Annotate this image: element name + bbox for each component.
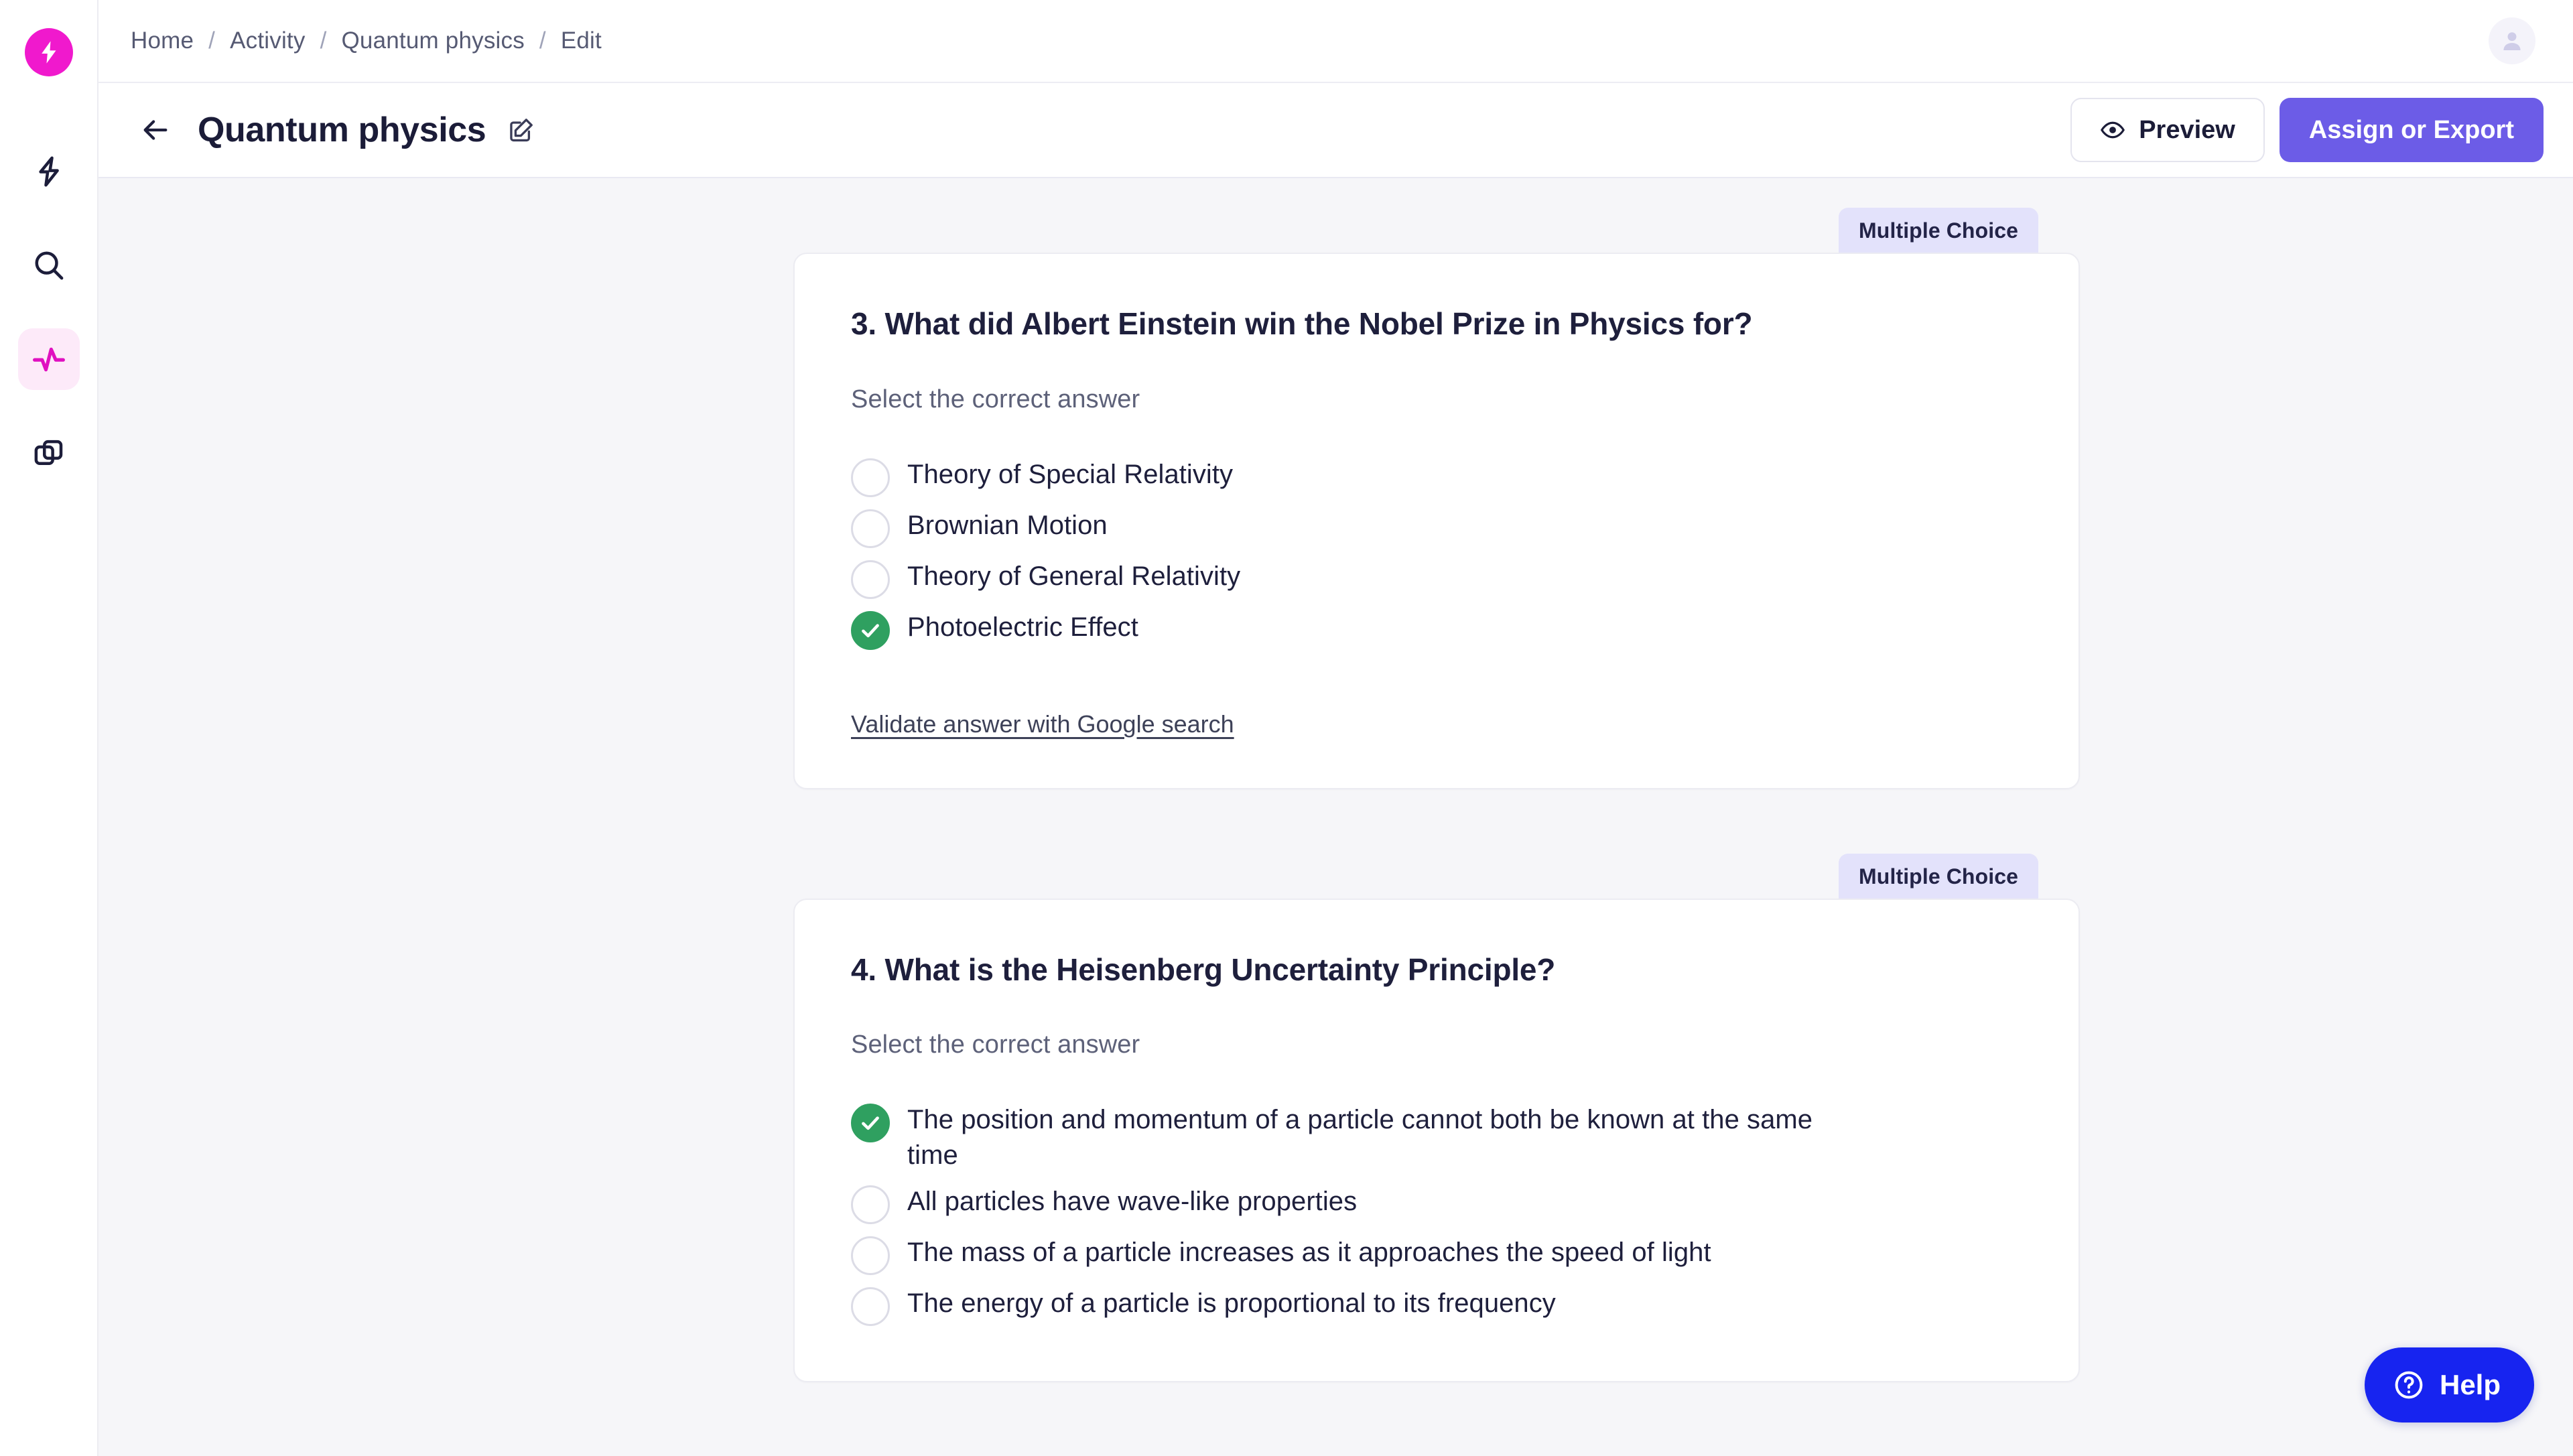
sidebar-item-activity[interactable] xyxy=(17,328,80,390)
lightning-bolt-icon xyxy=(38,156,59,187)
answer-option-label: The position and momentum of a particle … xyxy=(907,1105,1813,1170)
question-circle-icon xyxy=(2395,1371,2423,1399)
radio-unchecked-icon[interactable] xyxy=(851,509,890,548)
question-list: Multiple Choice 3. What did Albert Einst… xyxy=(793,208,2080,1382)
breadcrumb-bar: Home / Activity / Quantum physics / Edit xyxy=(98,0,2573,83)
answer-option[interactable]: All particles have wave-like properties xyxy=(851,1179,2022,1230)
answer-option-label: Brownian Motion xyxy=(907,510,1108,540)
breadcrumb-item-quantum-physics[interactable]: Quantum physics xyxy=(342,27,525,54)
avatar[interactable] xyxy=(2489,17,2535,64)
back-button[interactable] xyxy=(131,105,180,155)
help-button-label: Help xyxy=(2439,1369,2501,1400)
question-instruction: Select the correct answer xyxy=(851,1031,1140,1059)
answer-option[interactable]: Theory of Special Relativity xyxy=(851,452,2022,503)
sidebar-item-generate[interactable] xyxy=(18,141,80,202)
titlebar-actions: Preview Assign or Export xyxy=(2070,98,2544,162)
answer-option-label: All particles have wave-like properties xyxy=(907,1186,1358,1216)
preview-button[interactable]: Preview xyxy=(2070,98,2265,162)
sidebar-item-library[interactable] xyxy=(18,422,80,484)
sidebar-rail xyxy=(0,0,98,1456)
question-card: 4. What is the Heisenberg Uncertainty Pr… xyxy=(793,898,2080,1382)
answer-option[interactable]: Brownian Motion xyxy=(851,503,2022,553)
radio-unchecked-icon[interactable] xyxy=(851,1236,890,1275)
page-title: Quantum physics xyxy=(198,111,486,149)
answer-option[interactable]: The mass of a particle increases as it a… xyxy=(851,1230,2022,1280)
answer-options: The position and momentum of a particle … xyxy=(851,1097,2022,1331)
check-icon xyxy=(862,623,879,637)
breadcrumb-separator: / xyxy=(539,27,546,54)
validate-answer-link[interactable]: Validate answer with Google search xyxy=(851,710,1234,738)
question-type-badge: Multiple Choice xyxy=(1839,853,2038,899)
question-title: 3. What did Albert Einstein win the Nobe… xyxy=(851,306,1753,341)
user-avatar-icon xyxy=(2503,32,2521,50)
breadcrumb-separator: / xyxy=(320,27,327,54)
question-list-scroll-area[interactable]: Multiple Choice 3. What did Albert Einst… xyxy=(98,178,2573,1456)
breadcrumb-separator: / xyxy=(208,27,216,54)
badge-row: Multiple Choice xyxy=(793,208,2080,253)
badge-row: Multiple Choice xyxy=(793,853,2080,899)
answer-option[interactable]: Theory of General Relativity xyxy=(851,553,2022,604)
lightning-bolt-logo-icon xyxy=(41,41,56,64)
radio-checked-correct-icon[interactable] xyxy=(851,1104,890,1142)
page-titlebar: Quantum physics Preview Assign or Export xyxy=(98,83,2573,178)
breadcrumb-item-activity[interactable]: Activity xyxy=(230,27,305,54)
answer-option-correct[interactable]: Photoelectric Effect xyxy=(851,604,2022,655)
question-block: Multiple Choice 3. What did Albert Einst… xyxy=(793,208,2080,789)
activity-pulse-icon xyxy=(32,347,65,372)
breadcrumb-item-edit[interactable]: Edit xyxy=(561,27,602,54)
brand-logo[interactable] xyxy=(24,28,73,76)
radio-unchecked-icon[interactable] xyxy=(851,458,890,497)
assign-or-export-button[interactable]: Assign or Export xyxy=(2279,98,2544,162)
question-card: 3. What did Albert Einstein win the Nobe… xyxy=(793,253,2080,789)
question-block: Multiple Choice 4. What is the Heisenber… xyxy=(793,853,2080,1382)
arrow-left-icon xyxy=(143,120,168,140)
search-icon xyxy=(35,251,63,280)
answer-option-label: The mass of a particle increases as it a… xyxy=(907,1237,1711,1267)
answer-option-label: Theory of Special Relativity xyxy=(907,459,1234,489)
help-button[interactable]: Help xyxy=(2364,1347,2534,1422)
answer-option-label: Photoelectric Effect xyxy=(907,612,1138,642)
radio-checked-correct-icon[interactable] xyxy=(851,610,890,650)
radio-unchecked-icon[interactable] xyxy=(851,1286,890,1326)
radio-unchecked-icon[interactable] xyxy=(851,1185,890,1224)
edit-square-icon xyxy=(510,119,533,142)
answer-option-label: Theory of General Relativity xyxy=(907,561,1241,591)
main-column: Home / Activity / Quantum physics / Edit xyxy=(98,0,2573,1456)
sidebar-item-search[interactable] xyxy=(18,235,80,296)
app-root: Home / Activity / Quantum physics / Edit xyxy=(0,0,2573,1456)
radio-unchecked-icon[interactable] xyxy=(851,559,890,599)
answer-options: Theory of Special Relativity Brownian Mo… xyxy=(851,452,2022,655)
question-instruction: Select the correct answer xyxy=(851,385,1140,413)
assign-button-label: Assign or Export xyxy=(2308,115,2514,144)
eye-icon xyxy=(2101,121,2125,139)
check-icon xyxy=(862,1116,879,1130)
breadcrumb-item-home[interactable]: Home xyxy=(131,27,194,54)
layers-copy-icon xyxy=(34,440,62,465)
answer-option-correct[interactable]: The position and momentum of a particle … xyxy=(851,1097,2022,1179)
breadcrumb: Home / Activity / Quantum physics / Edit xyxy=(131,27,602,54)
question-title: 4. What is the Heisenberg Uncertainty Pr… xyxy=(851,951,1556,987)
question-type-badge: Multiple Choice xyxy=(1839,208,2038,253)
edit-title-button[interactable] xyxy=(503,112,539,148)
answer-option[interactable]: The energy of a particle is proportional… xyxy=(851,1280,2022,1331)
answer-option-label: The energy of a particle is proportional… xyxy=(907,1288,1556,1318)
preview-button-label: Preview xyxy=(2139,115,2235,144)
